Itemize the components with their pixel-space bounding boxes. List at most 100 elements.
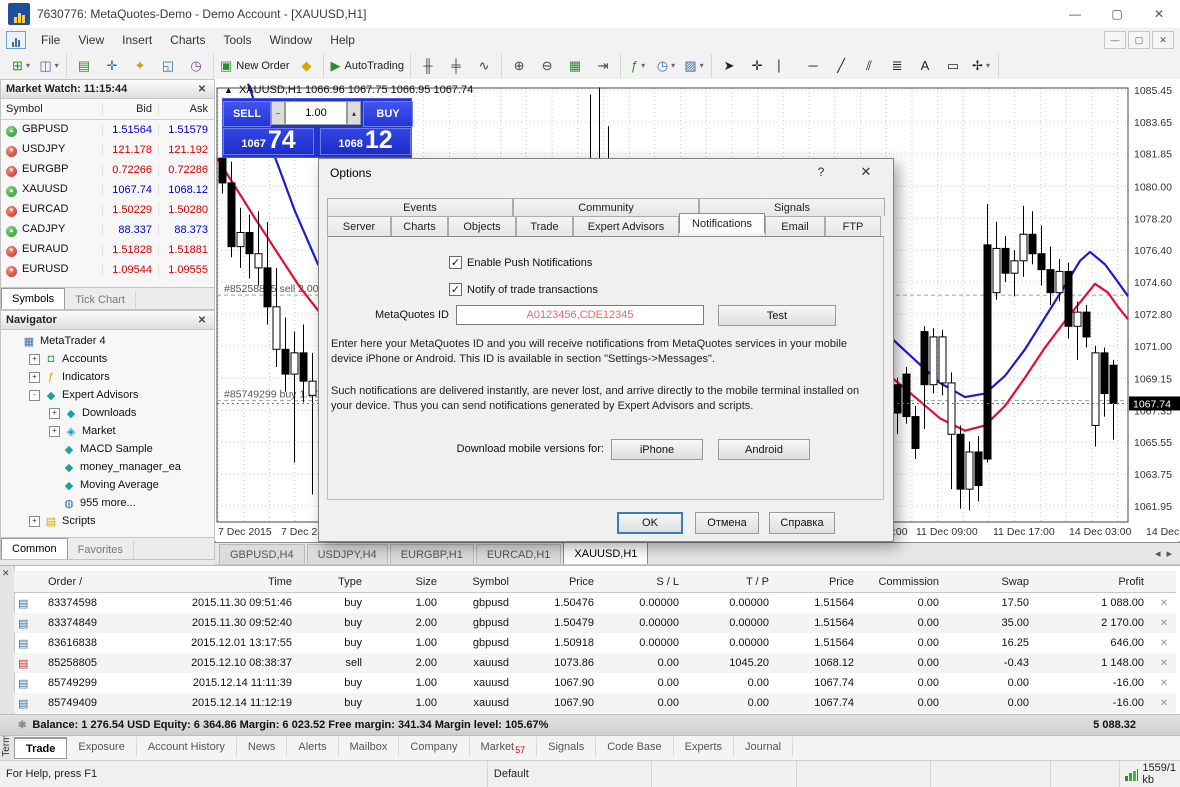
navigator-close-icon[interactable]: ✕ xyxy=(195,315,209,326)
zoom-in-button[interactable]: ⊕ xyxy=(505,54,533,78)
window-close-button[interactable]: ✕ xyxy=(1138,0,1180,28)
equidistant-channel-button[interactable]: ⫽ xyxy=(855,54,883,78)
table-row[interactable]: ▤ 83374598 2015.11.30 09:51:46 buy 1.00 gbpus… xyxy=(14,593,1176,613)
dialog-tab-charts[interactable]: Charts xyxy=(391,216,448,236)
iphone-button[interactable]: iPhone xyxy=(611,439,703,460)
chart-tab-usdjpy-h4[interactable]: USDJPY,H4 xyxy=(306,544,388,564)
window-maximize-button[interactable]: ▢ xyxy=(1096,0,1138,28)
expand-icon[interactable]: + xyxy=(49,407,60,419)
navigator-item-market[interactable]: + ◈ Market xyxy=(1,422,214,440)
market-watch-row[interactable]: ▼ EURAUD 1.51828 1.51881 xyxy=(1,240,214,260)
close-position-icon[interactable]: ✕ xyxy=(1152,658,1176,669)
vertical-line-button[interactable]: ⎸ xyxy=(771,54,799,78)
market-watch-row[interactable]: ▲ XAUUSD 1067.74 1068.12 xyxy=(1,180,214,200)
terminal-tab-signals[interactable]: Signals xyxy=(537,737,597,756)
navigator-item-metatrader-4[interactable]: ▦ MetaTrader 4 xyxy=(1,332,214,350)
navigator-item-scripts[interactable]: + ▤ Scripts xyxy=(1,512,214,530)
chart-tab-eurgbp-h1[interactable]: EURGBP,H1 xyxy=(389,544,474,564)
chart-tab-eurcad-h1[interactable]: EURCAD,H1 xyxy=(475,544,562,564)
metaquotes-id-input[interactable] xyxy=(456,305,704,325)
indicators-button[interactable]: ƒ ▾ xyxy=(624,54,652,78)
expand-icon[interactable]: + xyxy=(29,353,40,365)
crosshair-button[interactable]: ✛ xyxy=(743,54,771,78)
volume-input[interactable]: 1.00 xyxy=(285,101,347,125)
navigator-tab-common[interactable]: Common xyxy=(1,538,68,559)
terminal-close-icon[interactable]: ✕ xyxy=(2,568,10,579)
navigator-item-955-more-[interactable]: ◍ 955 more... xyxy=(1,494,214,512)
navigator-item-expert-advisors[interactable]: - ◆ Expert Advisors xyxy=(1,386,214,404)
chart-tab-gbpusd-h4[interactable]: GBPUSD,H4 xyxy=(219,544,305,564)
ok-button[interactable]: OK xyxy=(617,512,683,534)
help-button[interactable]: Справка xyxy=(769,512,835,534)
buy-button[interactable]: BUY xyxy=(363,101,413,127)
enable-push-checkbox[interactable]: ✓ xyxy=(449,256,462,269)
terminal-tab-company[interactable]: Company xyxy=(399,737,470,756)
navigator-item-indicators[interactable]: + ƒ Indicators xyxy=(1,368,214,386)
terminal-panel-button[interactable]: ◱ xyxy=(154,54,182,78)
text-button[interactable]: A xyxy=(911,54,939,78)
dialog-tab-community[interactable]: Community xyxy=(513,198,699,216)
terminal-tab-news[interactable]: News xyxy=(237,737,288,756)
navigator-item-downloads[interactable]: + ◆ Downloads xyxy=(1,404,214,422)
periods-button[interactable]: ◷ ▾ xyxy=(652,54,680,78)
market-watch-tab-tick-chart[interactable]: Tick Chart xyxy=(65,291,136,309)
market-watch-button[interactable]: ▤ xyxy=(70,54,98,78)
chart-shift-button[interactable]: ⇥ xyxy=(589,54,617,78)
market-watch-close-icon[interactable]: ✕ xyxy=(195,84,209,95)
close-position-icon[interactable]: ✕ xyxy=(1152,698,1176,709)
new-order-button[interactable]: ▣ New Order xyxy=(217,54,292,78)
chart-restore-button[interactable]: ▢ xyxy=(1128,31,1150,49)
terminal-tab-account-history[interactable]: Account History xyxy=(137,737,237,756)
metaeditor-button[interactable]: ◆ xyxy=(292,54,320,78)
table-row[interactable]: ▤ 85258805 2015.12.10 08:38:37 sell 2.00 xauu… xyxy=(14,653,1176,673)
dialog-tab-email[interactable]: Email xyxy=(765,216,825,236)
text-label-button[interactable]: ▭ xyxy=(939,54,967,78)
terminal-tab-journal[interactable]: Journal xyxy=(734,737,794,756)
trendline-button[interactable]: ╱ xyxy=(827,54,855,78)
cancel-button[interactable]: Отмена xyxy=(695,512,759,534)
expand-icon[interactable]: + xyxy=(29,515,40,527)
navigator-item-money-manager-ea[interactable]: ◆ money_manager_ea xyxy=(1,458,214,476)
navigator-item-moving-average[interactable]: ◆ Moving Average xyxy=(1,476,214,494)
volume-increase-button[interactable]: ▴ xyxy=(347,101,361,125)
market-watch-row[interactable]: ▼ EURUSD 1.09544 1.09555 xyxy=(1,260,214,280)
chart-line-button[interactable]: ∿ xyxy=(470,54,498,78)
arrows-button[interactable]: ✢ ▾ xyxy=(967,54,995,78)
terminal-tab-mailbox[interactable]: Mailbox xyxy=(339,737,400,756)
close-position-icon[interactable]: ✕ xyxy=(1152,638,1176,649)
menu-view[interactable]: View xyxy=(69,28,113,52)
notify-trade-checkbox-row[interactable]: ✓ Notify of trade transactions xyxy=(449,283,598,296)
buy-price-panel[interactable]: 1068 12 xyxy=(320,128,411,155)
volume-decrease-button[interactable]: − xyxy=(271,101,285,125)
chart-tabs-scroll-right-icon[interactable]: ▸ xyxy=(1166,547,1172,560)
dialog-help-icon[interactable]: ? xyxy=(813,165,829,179)
dialog-tab-notifications[interactable]: Notifications xyxy=(679,213,765,233)
navigator-item-macd-sample[interactable]: ◆ MACD Sample xyxy=(1,440,214,458)
profiles-button[interactable]: ◫ ▾ xyxy=(35,54,63,78)
test-button[interactable]: Test xyxy=(718,305,836,326)
chart-candles-button[interactable]: ╪ xyxy=(442,54,470,78)
auto-scroll-button[interactable]: ▦ xyxy=(561,54,589,78)
close-position-icon[interactable]: ✕ xyxy=(1152,618,1176,629)
market-watch-row[interactable]: ▼ EURGBP 0.72266 0.72286 xyxy=(1,160,214,180)
chart-close-button[interactable]: ✕ xyxy=(1152,31,1174,49)
dialog-tab-server[interactable]: Server xyxy=(327,216,391,236)
menu-insert[interactable]: Insert xyxy=(113,28,161,52)
close-position-icon[interactable]: ✕ xyxy=(1152,598,1176,609)
data-window-button[interactable]: ✛ xyxy=(98,54,126,78)
sell-price-panel[interactable]: 1067 74 xyxy=(223,128,314,155)
menu-tools[interactable]: Tools xyxy=(215,28,261,52)
dialog-tab-events[interactable]: Events xyxy=(327,198,513,216)
expand-icon[interactable]: + xyxy=(49,425,60,437)
market-watch-row[interactable]: ▲ GBPUSD 1.51564 1.51579 xyxy=(1,120,214,140)
templates-button[interactable]: ▨ ▾ xyxy=(680,54,708,78)
chart-tabs-scroll-left-icon[interactable]: ◂ xyxy=(1155,547,1161,560)
dialog-tab-ftp[interactable]: FTP xyxy=(825,216,881,236)
fibonacci-button[interactable]: ≣ xyxy=(883,54,911,78)
close-position-icon[interactable]: ✕ xyxy=(1152,678,1176,689)
dialog-tab-trade[interactable]: Trade xyxy=(516,216,573,236)
zoom-out-button[interactable]: ⊖ xyxy=(533,54,561,78)
dialog-tab-expert-advisors[interactable]: Expert Advisors xyxy=(573,216,679,236)
table-row[interactable]: ▤ 83616838 2015.12.01 13:17:55 buy 1.00 gbpus… xyxy=(14,633,1176,653)
chart-bars-button[interactable]: ╫ xyxy=(414,54,442,78)
